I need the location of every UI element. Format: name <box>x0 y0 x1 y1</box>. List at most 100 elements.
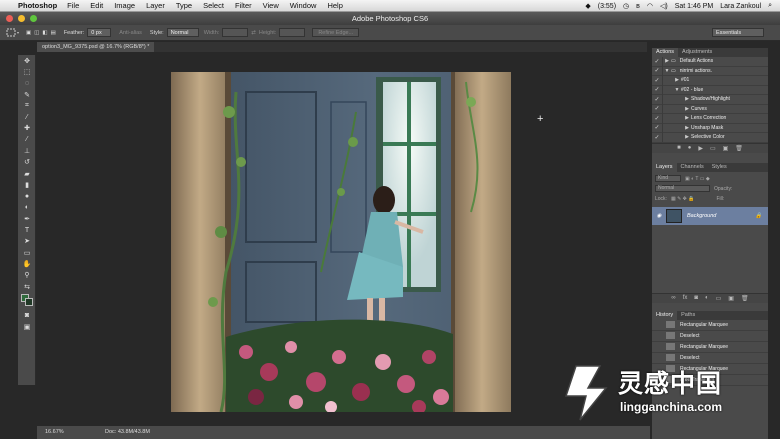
check-icon[interactable]: ✓ <box>652 77 662 84</box>
menu-layer[interactable]: Layer <box>146 1 165 10</box>
tab-adjustments[interactable]: Adjustments <box>678 48 716 57</box>
clock[interactable]: Sat 1:46 PM <box>675 3 714 10</box>
rectangle-tool-icon[interactable]: ▭ <box>18 247 36 258</box>
doc-size[interactable]: Doc: 43.8M/43.8M <box>105 426 150 439</box>
menu-help[interactable]: Help <box>327 1 342 10</box>
lock-icons[interactable]: ▦ ✎ ✥ 🔒 <box>671 196 695 202</box>
color-swatches[interactable] <box>18 292 36 310</box>
mask-icon[interactable]: ◙ <box>694 295 698 301</box>
quick-select-tool-icon[interactable]: ✎ <box>18 89 36 100</box>
record-icon[interactable]: ● <box>688 145 692 151</box>
style-select[interactable]: Normal <box>166 28 199 37</box>
play-icon[interactable]: ▶ <box>698 145 703 152</box>
tab-styles[interactable]: Styles <box>708 163 731 172</box>
move-tool-icon[interactable]: ✥ <box>18 55 36 66</box>
tab-actions[interactable]: Actions <box>652 48 679 57</box>
tab-paths[interactable]: Paths <box>677 311 699 320</box>
action-row[interactable]: ✓ ▶ #01 <box>652 75 768 86</box>
history-row[interactable]: Deselect <box>652 331 768 342</box>
layer-name[interactable]: Background <box>687 213 716 219</box>
expand-arrow-icon[interactable]: ▶ <box>683 115 691 121</box>
adjustment-layer-icon[interactable]: ◐ <box>705 295 709 301</box>
check-icon[interactable]: ✓ <box>652 86 662 93</box>
gradient-tool-icon[interactable]: ▮ <box>18 179 36 190</box>
marquee-tool-icon[interactable]: ⬚ <box>18 66 36 77</box>
workspace-switcher[interactable]: Essentials <box>712 28 764 37</box>
background-color-swatch[interactable] <box>25 298 33 307</box>
tab-channels[interactable]: Channels <box>677 163 708 172</box>
eyedropper-tool-icon[interactable]: ⁄ <box>18 111 36 122</box>
volume-icon[interactable]: ◁) <box>660 2 668 10</box>
menu-type[interactable]: Type <box>176 1 192 10</box>
swap-dimensions-icon[interactable]: ⇄ <box>251 30 256 36</box>
lasso-tool-icon[interactable]: ◌ <box>18 78 36 89</box>
clone-stamp-tool-icon[interactable]: ⊥ <box>18 145 36 156</box>
expand-arrow-icon[interactable]: ▼ <box>663 68 671 74</box>
check-icon[interactable]: ✓ <box>652 58 662 65</box>
menu-image[interactable]: Image <box>114 1 135 10</box>
menu-edit[interactable]: Edit <box>90 1 103 10</box>
document-tab[interactable]: option3_MG_9375.psd @ 16.7% (RGB/8*) * <box>37 42 155 52</box>
action-row[interactable]: ✓ ▶ Unsharp Mask <box>652 123 768 133</box>
action-row[interactable]: ✓ ▼ ▭ nirrimi actions. <box>652 66 768 76</box>
feather-input[interactable]: 0 px <box>87 28 112 37</box>
user-name[interactable]: Lara Zankoul <box>720 3 761 10</box>
history-row[interactable]: Rectangular Marquee <box>652 342 768 353</box>
close-window-button[interactable] <box>6 15 13 22</box>
check-icon[interactable]: ✓ <box>652 134 662 141</box>
action-row[interactable]: ✓ ▶ ▭ Default Actions <box>652 56 768 67</box>
bluetooth-icon[interactable]: ʙ <box>636 3 640 10</box>
minimize-window-button[interactable] <box>18 15 25 22</box>
check-icon[interactable]: ✓ <box>652 96 662 103</box>
type-tool-icon[interactable]: T <box>18 224 36 235</box>
new-set-icon[interactable]: ▭ <box>710 145 716 152</box>
dropbox-icon[interactable]: ◆ <box>585 2 590 10</box>
check-icon[interactable]: ✓ <box>652 105 662 112</box>
visibility-eye-icon[interactable]: ◉ <box>652 213 666 219</box>
hand-tool-icon[interactable]: ✋ <box>18 258 36 269</box>
tab-history[interactable]: History <box>652 310 678 320</box>
add-selection-icon[interactable]: ◫ <box>34 30 39 36</box>
new-layer-icon[interactable]: ▣ <box>728 295 734 302</box>
check-icon[interactable]: ✓ <box>652 67 662 74</box>
crop-tool-icon[interactable]: ⌗ <box>18 100 36 111</box>
brush-tool-icon[interactable]: ⁄ <box>18 134 36 145</box>
width-input[interactable] <box>222 28 249 37</box>
document-image[interactable] <box>171 72 511 412</box>
menu-file[interactable]: File <box>67 1 79 10</box>
filter-icons[interactable]: ▣ ◐ T ▭ ◆ <box>685 176 710 182</box>
expand-arrow-icon[interactable]: ▶ <box>683 106 691 112</box>
layer-filter-select[interactable]: Kind <box>655 175 681 182</box>
check-icon[interactable]: ✓ <box>652 115 662 122</box>
history-row[interactable]: Rectangular Marquee <box>652 320 768 331</box>
dodge-tool-icon[interactable]: ◐ <box>18 202 36 213</box>
expand-arrow-icon[interactable]: ▼ <box>673 87 681 93</box>
action-row[interactable]: ✓ ▶ Curves <box>652 104 768 114</box>
eraser-tool-icon[interactable]: ▰ <box>18 168 36 179</box>
action-row[interactable]: ✓ ▶ Selective Color <box>652 132 768 143</box>
spotlight-icon[interactable]: ⌕ <box>768 2 772 10</box>
check-icon[interactable]: ✓ <box>652 124 662 131</box>
path-selection-tool-icon[interactable]: ➤ <box>18 236 36 247</box>
refine-edge-button[interactable]: Refine Edge... <box>312 28 360 37</box>
group-icon[interactable]: ▭ <box>716 295 722 302</box>
expand-arrow-icon[interactable]: ▶ <box>683 125 691 131</box>
zoom-level[interactable]: 16.67% <box>45 426 64 439</box>
quick-mask-icon[interactable]: ◙ <box>18 310 36 321</box>
action-row[interactable]: ✓ ▶ Lens Correction <box>652 113 768 124</box>
pen-tool-icon[interactable]: ✒ <box>18 213 36 224</box>
fx-icon[interactable]: fx <box>683 295 688 301</box>
wifi-icon[interactable]: ◠ <box>647 2 653 10</box>
zoom-tool-icon[interactable]: ⚲ <box>18 270 36 281</box>
layer-row[interactable]: ◉ Background 🔒 <box>652 206 768 225</box>
battery-status[interactable]: (3:55) <box>598 3 616 10</box>
delete-layer-icon[interactable]: 🗑 <box>741 295 749 302</box>
menu-window[interactable]: Window <box>290 1 317 10</box>
time-machine-icon[interactable]: ◷ <box>623 2 629 10</box>
height-input[interactable] <box>279 28 306 37</box>
expand-arrow-icon[interactable]: ▶ <box>673 77 681 83</box>
screen-mode-icon[interactable]: ▣ <box>18 322 36 333</box>
intersect-selection-icon[interactable]: ▤ <box>51 30 56 36</box>
menu-view[interactable]: View <box>263 1 279 10</box>
link-layers-icon[interactable]: ∞ <box>671 295 675 301</box>
